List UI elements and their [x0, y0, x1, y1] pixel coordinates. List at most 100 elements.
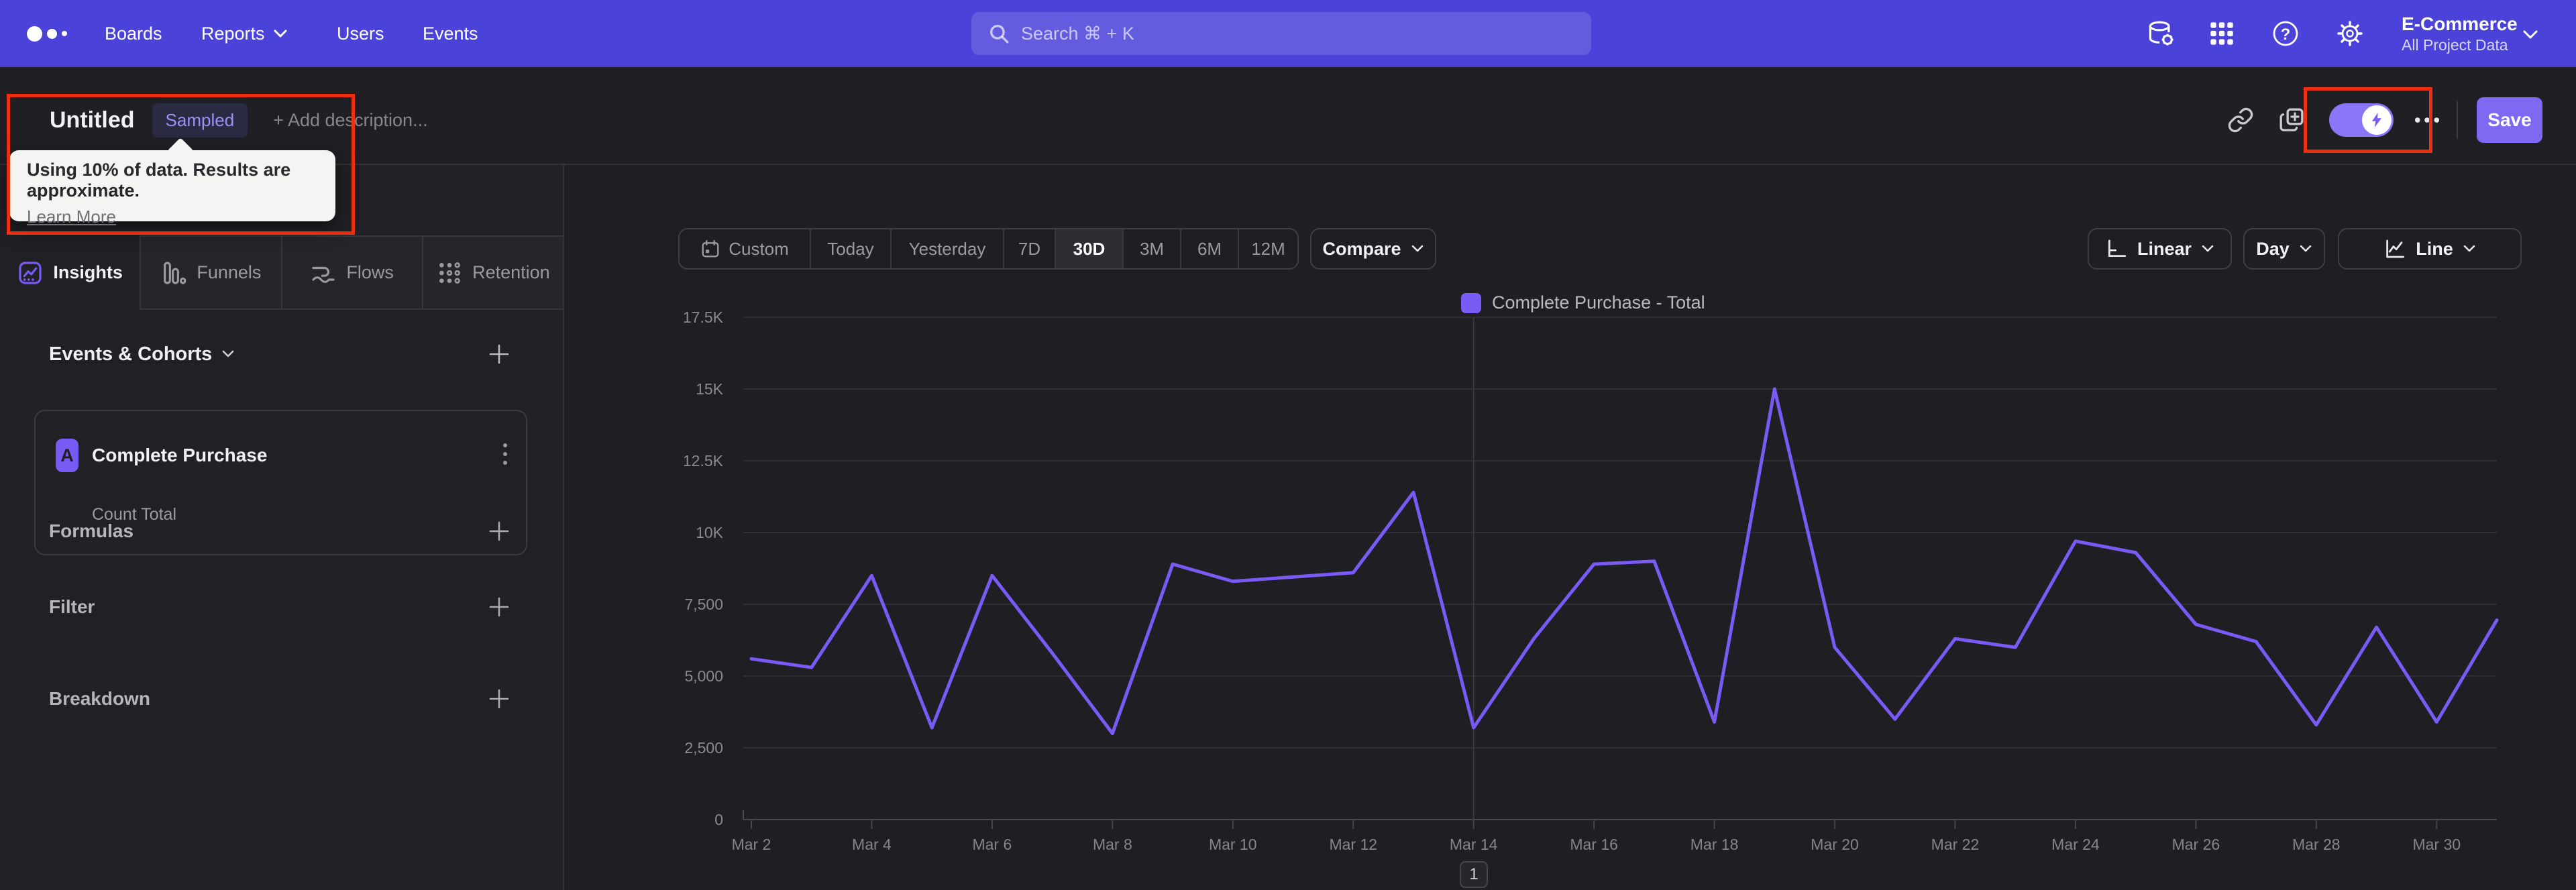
tab-flows[interactable]: Flows	[280, 235, 422, 310]
sampling-toggle[interactable]	[2329, 103, 2394, 137]
filter-label: Filter	[49, 596, 95, 617]
logo-dot	[62, 31, 67, 36]
app-window: Boards Reports Users Events Search ⌘ + K	[0, 0, 2576, 890]
interval-dropdown[interactable]: Day	[2243, 228, 2325, 270]
svg-text:Mar 30: Mar 30	[2412, 836, 2461, 853]
chevron-down-icon	[2300, 245, 2312, 252]
help-button[interactable]: ?	[2271, 19, 2300, 48]
lightning-icon	[2371, 113, 2382, 127]
compare-dropdown[interactable]: Compare	[1310, 228, 1436, 270]
chart-page-button[interactable]: 1	[1460, 861, 1488, 888]
add-to-board-button[interactable]	[2278, 107, 2305, 133]
svg-text:17.5K: 17.5K	[683, 309, 724, 326]
add-breakdown-button[interactable]	[487, 687, 511, 714]
search-placeholder: Search ⌘ + K	[1021, 23, 1134, 44]
top-nav-bar: Boards Reports Users Events Search ⌘ + K	[0, 0, 2576, 67]
tab-label: Funnels	[197, 262, 262, 282]
svg-text:Mar 14: Mar 14	[1450, 836, 1498, 853]
svg-text:Mar 2: Mar 2	[732, 836, 771, 853]
project-scope: All Project Data	[2402, 36, 2508, 54]
database-gear-icon	[2149, 21, 2174, 46]
svg-text:Mar 12: Mar 12	[1329, 836, 1377, 853]
line-chart[interactable]: 17.5K 15K 12.5K 10K 7,500 5,000 2,500 0 Mar 2 Mar…	[671, 306, 2549, 890]
scale-dropdown[interactable]: Linear	[2088, 228, 2232, 270]
chart-type-label: Line	[2416, 238, 2453, 259]
retention-icon	[439, 262, 460, 284]
add-event-button[interactable]	[487, 342, 511, 370]
range-label: 12M	[1251, 238, 1285, 259]
range-custom[interactable]: Custom	[680, 229, 810, 268]
range-6m[interactable]: 6M	[1180, 229, 1238, 268]
chevron-down-icon	[223, 350, 234, 357]
nav-item-boards[interactable]: Boards	[105, 0, 162, 67]
add-filter-button[interactable]	[487, 595, 511, 622]
save-button[interactable]: Save	[2477, 97, 2542, 143]
gear-icon	[2337, 21, 2363, 46]
nav-item-reports[interactable]: Reports	[201, 0, 288, 67]
tab-label: Insights	[53, 262, 123, 282]
events-cohorts-label: Events & Cohorts	[49, 343, 213, 365]
range-30d[interactable]: 30D	[1055, 229, 1122, 268]
calendar-icon	[702, 239, 719, 258]
range-label: Custom	[729, 238, 789, 259]
grid-icon	[2210, 22, 2233, 45]
report-title[interactable]: Untitled	[50, 107, 135, 133]
event-menu-button[interactable]	[502, 441, 508, 470]
data-management-icon[interactable]	[2146, 19, 2176, 48]
svg-text:7,500: 7,500	[684, 596, 723, 613]
svg-text:Mar 10: Mar 10	[1209, 836, 1257, 853]
tooltip-text: Using 10% of data. Results are approxima…	[27, 160, 291, 201]
range-12m[interactable]: 12M	[1238, 229, 1297, 268]
svg-text:15K: 15K	[696, 380, 724, 398]
svg-text:0: 0	[714, 811, 723, 828]
range-3m[interactable]: 3M	[1122, 229, 1180, 268]
sampled-badge[interactable]: Sampled	[152, 103, 248, 137]
svg-text:Mar 20: Mar 20	[1811, 836, 1859, 853]
sampling-tooltip: Using 10% of data. Results are approxima…	[9, 137, 335, 227]
range-label: 6M	[1197, 238, 1222, 259]
search-input[interactable]: Search ⌘ + K	[971, 12, 1591, 55]
sampling-toggle-wrap	[2304, 87, 2432, 153]
title-bar-actions: Save	[2227, 87, 2542, 153]
interval-label: Day	[2256, 238, 2290, 259]
svg-text:Mar 18: Mar 18	[1690, 836, 1739, 853]
events-cohorts-header[interactable]: Events & Cohorts	[49, 343, 235, 366]
divider	[2457, 101, 2458, 139]
nav-item-label: Events	[423, 23, 478, 44]
nav-item-events[interactable]: Events	[423, 0, 478, 67]
search-icon	[989, 24, 1009, 44]
learn-more-link[interactable]: Learn More	[27, 207, 116, 227]
copy-plus-icon	[2279, 108, 2304, 131]
formulas-row: Formulas	[0, 516, 563, 546]
range-today[interactable]: Today	[810, 229, 890, 268]
funnels-icon	[164, 261, 186, 284]
project-switcher[interactable]: E-Commerce All Project Data	[2402, 0, 2518, 67]
link-icon	[2228, 107, 2253, 133]
more-options-button[interactable]	[2414, 107, 2440, 133]
range-label: 3M	[1139, 238, 1165, 259]
nav-item-label: Reports	[201, 23, 265, 44]
range-yesterday[interactable]: Yesterday	[890, 229, 1003, 268]
range-7d[interactable]: 7D	[1003, 229, 1055, 268]
nav-item-users[interactable]: Users	[337, 0, 384, 67]
nav-item-label: Boards	[105, 23, 162, 44]
tab-funnels[interactable]: Funnels	[140, 235, 281, 310]
events-cohorts-header-row: Events & Cohorts	[0, 339, 563, 369]
mixpanel-logo-icon[interactable]	[27, 0, 67, 67]
event-series-badge: A	[56, 439, 78, 472]
ellipsis-icon	[2414, 117, 2440, 123]
chevron-down-icon[interactable]	[2522, 30, 2538, 43]
settings-button[interactable]	[2335, 19, 2365, 48]
copy-link-button[interactable]	[2227, 107, 2254, 133]
svg-text:Mar 4: Mar 4	[852, 836, 892, 853]
apps-grid-icon[interactable]	[2207, 19, 2237, 48]
tab-insights[interactable]: Insights	[0, 235, 140, 310]
chart-type-dropdown[interactable]: Line	[2338, 228, 2522, 270]
add-description-field[interactable]: + Add description...	[273, 110, 427, 131]
range-label: 7D	[1018, 238, 1041, 259]
tab-retention[interactable]: Retention	[421, 235, 563, 310]
filter-row: Filter	[0, 592, 563, 622]
line-chart-icon	[2386, 239, 2405, 258]
add-formula-button[interactable]	[487, 519, 511, 547]
range-label: Today	[827, 238, 874, 259]
